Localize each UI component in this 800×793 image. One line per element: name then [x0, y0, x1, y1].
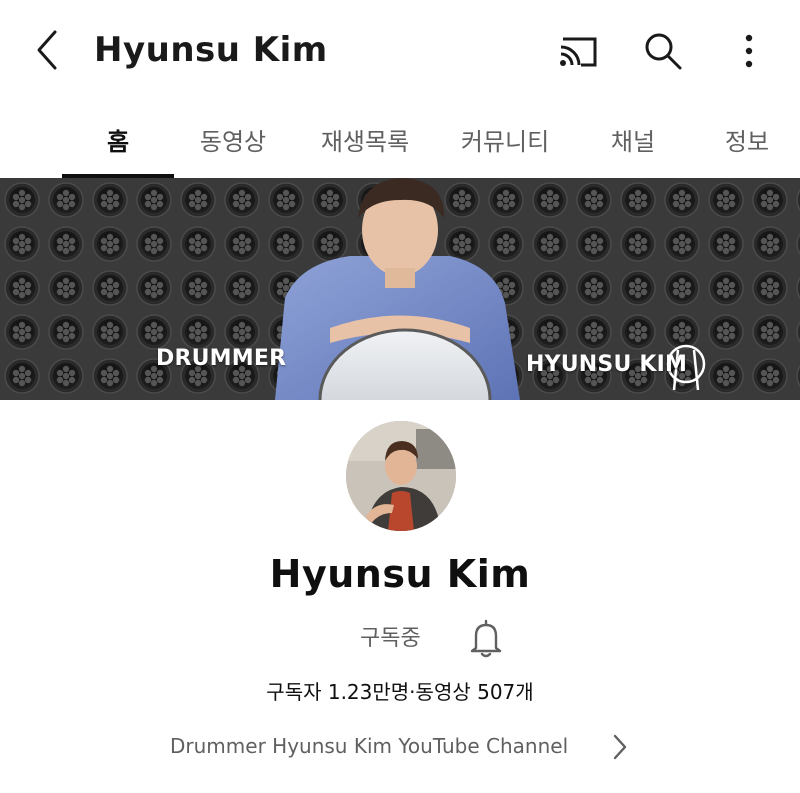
back-arrow-icon: [37, 30, 57, 70]
banner-left-text: DRUMMER: [156, 346, 287, 371]
subscribed-button[interactable]: 구독중: [360, 620, 421, 652]
channel-stats: 구독자 1.23만명·동영상 507개: [266, 680, 534, 704]
channel-banner: DRUMMER HYUNSU KIM: [0, 178, 800, 400]
chevron-right-icon: [613, 734, 627, 760]
bell-icon: [470, 619, 502, 658]
search-button[interactable]: [640, 28, 686, 74]
channel-avatar-image: [346, 421, 456, 531]
channel-name: Hyunsu Kim: [269, 552, 531, 596]
channel-description-link[interactable]: Drummer Hyunsu Kim YouTube Channel: [170, 726, 640, 766]
app-bar: Hyunsu Kim: [0, 0, 800, 100]
channel-title: Hyunsu Kim: [94, 30, 328, 70]
tab-home[interactable]: 홈: [62, 100, 174, 178]
back-button[interactable]: [26, 28, 70, 72]
subscribe-row: 구독중: [0, 614, 800, 664]
search-icon: [645, 33, 682, 70]
more-options-button[interactable]: [726, 28, 772, 74]
tab-videos[interactable]: 동영상: [188, 100, 278, 178]
tab-about[interactable]: 정보: [712, 100, 782, 178]
cast-icon: [560, 37, 597, 67]
tab-community[interactable]: 커뮤니티: [450, 100, 560, 178]
notification-bell-button[interactable]: [466, 616, 506, 660]
channel-description: Drummer Hyunsu Kim YouTube Channel: [170, 734, 569, 758]
tab-channels[interactable]: 채널: [598, 100, 668, 178]
banner-right-text: HYUNSU KIM: [526, 352, 688, 377]
more-vert-icon: [745, 34, 753, 68]
cast-button[interactable]: [555, 28, 601, 74]
channel-tabs: 홈 동영상 재생목록 커뮤니티 채널 정보: [0, 100, 800, 178]
tab-playlists[interactable]: 재생목록: [310, 100, 420, 178]
avatar[interactable]: [346, 421, 456, 531]
